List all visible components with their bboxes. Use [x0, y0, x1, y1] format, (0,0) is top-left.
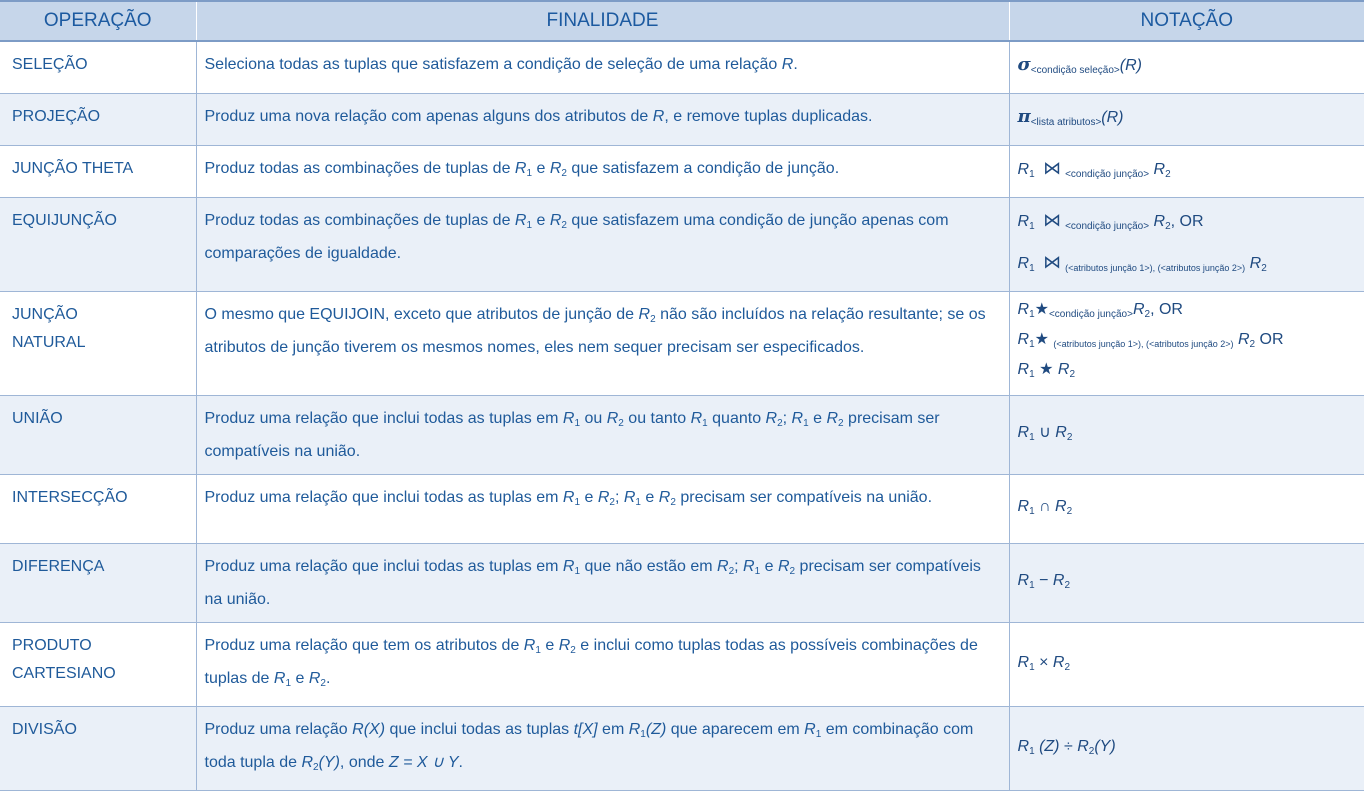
operation-cell: INTERSECÇÃO: [0, 474, 196, 544]
purpose-cell: Produz uma relação que inclui todas as t…: [195, 543, 1009, 623]
table-row: PRODUTO CARTESIANO Produz uma relação que…: [0, 622, 1364, 707]
sigma-symbol: σ: [1017, 54, 1031, 75]
operation-cell: EQUIJUNÇÃO: [0, 197, 196, 292]
minus-icon: −: [1039, 572, 1049, 589]
operation-cell: JUNÇÃO NATURAL: [0, 291, 196, 396]
purpose-cell: Produz uma nova relação com apenas algun…: [195, 93, 1009, 146]
table-row: UNIÃO Produz uma relação que inclui toda…: [0, 395, 1364, 475]
notation-cell: R1 ⋈ <condição junção> R2, OR R1 ⋈ (<atrib…: [1008, 197, 1364, 292]
table-row: PROJEÇÃO Produz uma nova relação com ape…: [0, 93, 1364, 146]
table-row: JUNÇÃO NATURAL O mesmo que EQUIJOIN, exce…: [0, 291, 1364, 396]
table-row: INTERSECÇÃO Produz uma relação que inclu…: [0, 474, 1364, 544]
times-icon: ×: [1039, 653, 1049, 671]
notation-cell: R1 × R2: [1008, 622, 1364, 707]
pi-symbol: π: [1017, 106, 1031, 127]
purpose-cell: Produz todas as combinações de tuplas de…: [195, 145, 1009, 198]
purpose-cell: O mesmo que EQUIJOIN, exceto que atribut…: [195, 291, 1009, 396]
divide-icon: ÷: [1063, 737, 1073, 755]
operation-cell: JUNÇÃO THETA: [0, 145, 196, 198]
notation-cell: σ<condição seleção>(R): [1008, 41, 1364, 94]
operation-cell: PRODUTO CARTESIANO: [0, 622, 196, 707]
join-icon: ⋈: [1043, 210, 1062, 231]
join-icon: ⋈: [1043, 158, 1062, 179]
header-operation: OPERAÇÃO: [0, 0, 196, 42]
star-icon: ★: [1034, 301, 1049, 318]
notation-cell: R1 ∪ R2: [1008, 395, 1364, 475]
operation-cell: DIFERENÇA: [0, 543, 196, 623]
header-row: OPERAÇÃO FINALIDADE NOTAÇÃO: [0, 0, 1364, 42]
notation-cell: R1 ⋈ <condição junção> R2: [1008, 145, 1364, 198]
join-icon: ⋈: [1043, 252, 1062, 273]
relational-algebra-table: OPERAÇÃO FINALIDADE NOTAÇÃO SELEÇÃO Sele…: [0, 0, 1364, 791]
notation-cell: R1 ∩ R2: [1008, 474, 1364, 544]
star-icon: ★: [1034, 331, 1049, 348]
purpose-cell: Produz uma relação que inclui todas as t…: [195, 395, 1009, 475]
star-icon: ★: [1039, 361, 1054, 378]
header-purpose: FINALIDADE: [195, 0, 1009, 42]
intersection-icon: ∩: [1039, 498, 1051, 515]
purpose-cell: Produz uma relação R(X) que inclui todas…: [195, 706, 1009, 791]
notation-cell: R1 − R2: [1008, 543, 1364, 623]
table-row: EQUIJUNÇÃO Produz todas as combinações d…: [0, 197, 1364, 292]
header-notation: NOTAÇÃO: [1008, 0, 1364, 42]
operation-cell: SELEÇÃO: [0, 41, 196, 94]
table-row: DIFERENÇA Produz uma relação que inclui …: [0, 543, 1364, 623]
notation-cell: R1★<condição junção>R2, OR R1★ (<atribut…: [1008, 291, 1364, 396]
notation-cell: π<lista atributos>(R): [1008, 93, 1364, 146]
operation-cell: UNIÃO: [0, 395, 196, 475]
table-row: JUNÇÃO THETA Produz todas as combinações…: [0, 145, 1364, 198]
union-icon: ∪: [1039, 424, 1051, 441]
notation-cell: R1 (Z) ÷ R2(Y): [1008, 706, 1364, 791]
operation-cell: PROJEÇÃO: [0, 93, 196, 146]
table-row: SELEÇÃO Seleciona todas as tuplas que sa…: [0, 41, 1364, 94]
table-row: DIVISÃO Produz uma relação R(X) que incl…: [0, 706, 1364, 791]
purpose-cell: Produz uma relação que tem os atributos …: [195, 622, 1009, 707]
operation-cell: DIVISÃO: [0, 706, 196, 791]
purpose-cell: Produz todas as combinações de tuplas de…: [195, 197, 1009, 292]
purpose-cell: Seleciona todas as tuplas que satisfazem…: [195, 41, 1009, 94]
purpose-cell: Produz uma relação que inclui todas as t…: [195, 474, 1009, 544]
